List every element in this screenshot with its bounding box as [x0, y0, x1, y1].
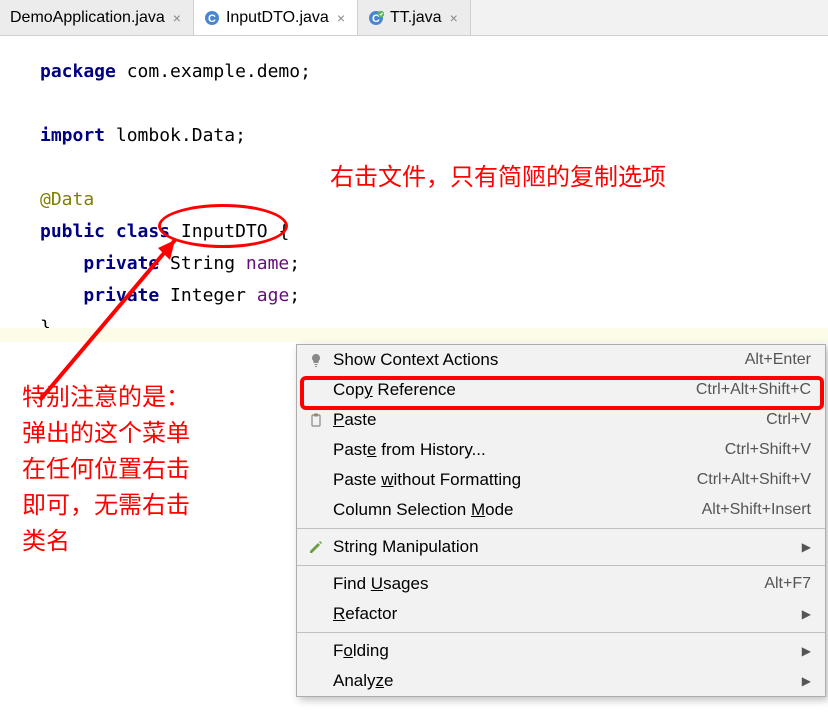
menu-item-label: Analyze — [327, 671, 782, 691]
annotation-text-top: 右击文件，只有简陋的复制选项 — [330, 160, 820, 196]
context-menu: Show Context ActionsAlt+EnterCopy Refere… — [296, 344, 826, 697]
menu-item-label: Refactor — [327, 604, 782, 624]
menu-item-5[interactable]: Column Selection ModeAlt+Shift+Insert — [297, 495, 825, 525]
menu-item-9[interactable]: Find UsagesAlt+F7 — [297, 569, 825, 599]
code-text: ; — [289, 285, 300, 306]
menu-item-label: String Manipulation — [327, 537, 782, 557]
code-text: { — [268, 221, 290, 242]
menu-shortcut: Ctrl+Alt+Shift+V — [697, 471, 811, 489]
submenu-arrow-icon: ▶ — [782, 607, 811, 621]
keyword: package — [40, 61, 116, 82]
svg-text:C: C — [208, 13, 216, 25]
field-name: age — [257, 285, 290, 306]
menu-item-label: Paste without Formatting — [327, 470, 697, 490]
submenu-arrow-icon: ▶ — [782, 674, 811, 688]
paste-icon — [305, 412, 327, 428]
menu-item-13[interactable]: Analyze▶ — [297, 666, 825, 696]
close-icon[interactable]: × — [448, 10, 460, 26]
close-icon[interactable]: × — [171, 10, 183, 26]
menu-item-7[interactable]: String Manipulation▶ — [297, 532, 825, 562]
menu-item-label: Paste from History... — [327, 440, 725, 460]
code-text: com.example.demo; — [116, 61, 311, 82]
menu-item-2[interactable]: PasteCtrl+V — [297, 405, 825, 435]
keyword: private — [83, 253, 159, 274]
menu-item-label: Column Selection Mode — [327, 500, 702, 520]
menu-item-label: Show Context Actions — [327, 350, 745, 370]
code-text: ; — [289, 253, 300, 274]
menu-item-label: Paste — [327, 410, 766, 430]
submenu-arrow-icon: ▶ — [782, 540, 811, 554]
submenu-arrow-icon: ▶ — [782, 644, 811, 658]
bulb-icon — [305, 352, 327, 368]
menu-item-10[interactable]: Refactor▶ — [297, 599, 825, 629]
menu-separator — [297, 528, 825, 529]
annotation-text-left: 特别注意的是： 弹出的这个菜单 在任何位置右击 即可，无需右击 类名 — [22, 380, 302, 560]
menu-separator — [297, 565, 825, 566]
class-icon: C — [368, 10, 384, 26]
menu-shortcut: Ctrl+Alt+Shift+C — [696, 381, 811, 399]
tab-label: TT.java — [390, 9, 442, 27]
editor-tab-bar: DemoApplication.java × C InputDTO.java ×… — [0, 0, 828, 36]
tab-inputdto[interactable]: C InputDTO.java × — [194, 0, 358, 35]
menu-shortcut: Ctrl+Shift+V — [725, 441, 811, 459]
menu-shortcut: Alt+Enter — [745, 351, 811, 369]
menu-shortcut: Ctrl+V — [766, 411, 811, 429]
editor-highlight-band — [0, 328, 828, 342]
keyword: class — [116, 221, 170, 242]
code-text: String — [159, 253, 246, 274]
keyword: import — [40, 125, 105, 146]
menu-shortcut: Alt+F7 — [764, 575, 811, 593]
code-text: Integer — [159, 285, 257, 306]
tab-label: DemoApplication.java — [10, 9, 165, 27]
menu-item-label: Find Usages — [327, 574, 764, 594]
menu-item-label: Copy Reference — [327, 380, 696, 400]
menu-item-0[interactable]: Show Context ActionsAlt+Enter — [297, 345, 825, 375]
annotation: @Data — [40, 189, 94, 210]
menu-item-1[interactable]: Copy ReferenceCtrl+Alt+Shift+C — [297, 375, 825, 405]
field-name: name — [246, 253, 289, 274]
menu-separator — [297, 632, 825, 633]
keyword: public — [40, 221, 105, 242]
tab-label: InputDTO.java — [226, 9, 329, 27]
keyword: private — [83, 285, 159, 306]
tab-tt[interactable]: C TT.java × — [358, 0, 471, 35]
code-text: lombok.Data; — [105, 125, 246, 146]
class-name: InputDTO — [181, 221, 268, 242]
class-icon: C — [204, 10, 220, 26]
pencil-icon — [305, 539, 327, 555]
menu-item-3[interactable]: Paste from History...Ctrl+Shift+V — [297, 435, 825, 465]
close-icon[interactable]: × — [335, 10, 347, 26]
menu-shortcut: Alt+Shift+Insert — [702, 501, 811, 519]
tab-demoapplication[interactable]: DemoApplication.java × — [0, 0, 194, 35]
menu-item-label: Folding — [327, 641, 782, 661]
menu-item-4[interactable]: Paste without FormattingCtrl+Alt+Shift+V — [297, 465, 825, 495]
menu-item-12[interactable]: Folding▶ — [297, 636, 825, 666]
